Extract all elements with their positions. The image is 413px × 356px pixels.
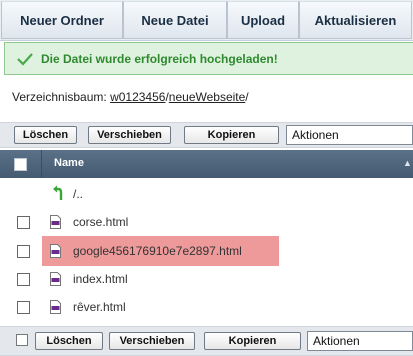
- html-file-icon: [50, 300, 61, 314]
- action-bar-top: Löschen Verschieben Kopieren Aktionen: [0, 122, 413, 148]
- new-file-button[interactable]: Neue Datei: [123, 1, 227, 39]
- breadcrumb-separator: /: [245, 90, 249, 104]
- new-folder-button[interactable]: Neuer Ordner: [1, 1, 123, 39]
- table-row-parent[interactable]: /..: [0, 180, 413, 208]
- copy-button[interactable]: Kopieren: [204, 332, 301, 350]
- file-name-link[interactable]: index.html: [73, 272, 128, 286]
- actions-select[interactable]: Aktionen: [286, 125, 413, 145]
- success-alert: Die Datei wurde erfolgreich hochgeladen!: [4, 42, 413, 75]
- check-icon: [17, 52, 33, 66]
- breadcrumb-root-link[interactable]: w0123456: [110, 90, 165, 104]
- file-manager-toolbar: Neuer Ordner Neue Datei Upload Aktualisi…: [0, 0, 413, 41]
- file-name-link[interactable]: rêver.html: [73, 300, 126, 314]
- html-file-icon: [50, 215, 61, 229]
- copy-button[interactable]: Kopieren: [184, 126, 279, 144]
- delete-button[interactable]: Löschen: [35, 332, 103, 350]
- upload-button[interactable]: Upload: [227, 1, 299, 39]
- move-button[interactable]: Verschieben: [88, 126, 171, 144]
- actions-select[interactable]: Aktionen: [307, 331, 413, 351]
- row-checkbox[interactable]: [17, 245, 30, 258]
- select-all-checkbox-bottom[interactable]: [16, 334, 28, 346]
- select-all-checkbox[interactable]: [14, 158, 27, 171]
- delete-button[interactable]: Löschen: [14, 126, 77, 144]
- table-row[interactable]: rêver.html: [0, 293, 413, 321]
- row-checkbox[interactable]: [17, 273, 30, 286]
- sort-arrow-icon[interactable]: ▲: [403, 158, 412, 168]
- row-checkbox[interactable]: [17, 301, 30, 314]
- table-row[interactable]: google456176910e7e2897.html: [0, 237, 413, 265]
- breadcrumb: Verzeichnisbaum: w0123456/neueWebseite/: [12, 90, 249, 104]
- alert-message: Die Datei wurde erfolgreich hochgeladen!: [41, 51, 278, 66]
- table-row[interactable]: index.html: [0, 265, 413, 293]
- row-checkbox[interactable]: [17, 216, 30, 229]
- file-name-link[interactable]: google456176910e7e2897.html: [73, 244, 242, 258]
- breadcrumb-label: Verzeichnisbaum:: [12, 90, 107, 104]
- html-file-icon: [50, 272, 61, 286]
- file-name-link[interactable]: corse.html: [73, 215, 128, 229]
- breadcrumb-folder-link[interactable]: neueWebseite: [169, 90, 246, 104]
- parent-dir-link[interactable]: /..: [73, 187, 83, 201]
- column-header-name[interactable]: Name: [54, 157, 84, 169]
- table-row[interactable]: corse.html: [0, 208, 413, 236]
- move-button[interactable]: Verschieben: [109, 332, 195, 350]
- header-divider: [41, 150, 42, 178]
- action-bar-bottom: Löschen Verschieben Kopieren Aktionen: [0, 326, 413, 356]
- file-table-header: Name ▲: [0, 150, 413, 178]
- up-arrow-icon: [53, 185, 63, 200]
- refresh-button[interactable]: Aktualisieren: [299, 1, 412, 39]
- html-file-icon: [50, 244, 61, 258]
